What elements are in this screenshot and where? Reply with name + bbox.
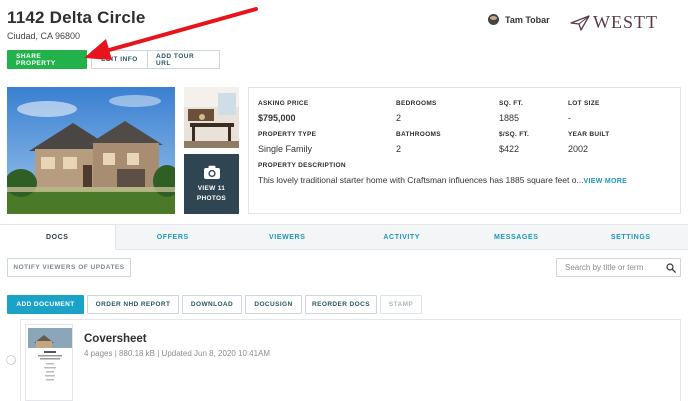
bedrooms-value: 2 [396,113,402,123]
share-property-button[interactable]: SHARE PROPERTY [7,50,87,69]
bathrooms-cell: BATHROOMS 2 [396,131,441,154]
sqft-cell: SQ. FT. 1885 [499,100,523,123]
price-per-sqft-label: $/SQ. FT. [499,131,530,138]
lot-size-value: - [568,113,571,123]
price-per-sqft-cell: $/SQ. FT. $422 [499,131,529,154]
description-text-row: This lovely traditional starter home wit… [258,175,627,185]
asking-price-cell: ASKING PRICE $795,000 [258,100,309,123]
asking-price-value: $795,000 [258,113,296,123]
tab-activity[interactable]: ACTIVITY [345,225,460,249]
view-photos-line1: VIEW 11 [197,184,226,192]
description-cell: PROPERTY DESCRIPTION This lovely traditi… [258,162,627,185]
property-type-cell: PROPERTY TYPE Single Family [258,131,316,154]
coversheet-preview-image [26,325,72,400]
search-icon[interactable] [666,263,676,273]
year-built-value: 2002 [568,144,589,154]
tab-messages[interactable]: MESSAGES [459,225,574,249]
stamp-button[interactable]: STAMP [380,295,422,314]
tab-offers[interactable]: OFFERS [116,225,231,249]
bedrooms-label: BEDROOMS [396,100,437,107]
docusign-button[interactable]: DOCUSIGN [245,295,302,314]
order-nhd-report-button[interactable]: ORDER NHD REPORT [87,295,179,314]
lot-size-cell: LOT SIZE - [568,100,600,123]
interior-photo-image [184,87,239,148]
asking-price-label: ASKING PRICE [258,100,309,107]
avatar [488,14,499,25]
view-photos-line2: PHOTOS [196,194,227,202]
tab-viewers[interactable]: VIEWERS [230,225,345,249]
bathrooms-label: BATHROOMS [396,131,441,138]
bedrooms-cell: BEDROOMS 2 [396,100,437,123]
bathrooms-value: 2 [396,144,402,154]
search-input[interactable] [557,263,661,272]
annotation-arrow [84,7,258,60]
description-label: PROPERTY DESCRIPTION [258,162,346,169]
description-text: This lovely traditional starter home wit… [258,175,584,185]
property-type-label: PROPERTY TYPE [258,131,317,138]
price-per-sqft-value: $422 [499,144,520,154]
user-name: Tam Tobar [505,14,550,25]
download-button[interactable]: DOWNLOAD [182,295,242,314]
add-document-button[interactable]: ADD DOCUMENT [7,295,84,314]
main-property-photo[interactable] [7,87,175,214]
year-built-label: YEAR BUILT [568,131,610,138]
user-menu[interactable]: Tam Tobar [488,14,550,25]
brand-logo: WESTT [570,12,658,33]
section-tabs: DOCS OFFERS VIEWERS ACTIVITY MESSAGES SE… [0,224,688,250]
sqft-value: 1885 [499,113,520,123]
notify-viewers-button[interactable]: NOTIFY VIEWERS OF UPDATES [7,258,131,277]
property-details-panel: ASKING PRICE $795,000 BEDROOMS 2 SQ. FT.… [248,87,681,214]
document-meta: 4 pages | 880.18 kB | Updated Jun 8, 202… [84,349,271,358]
brand-logo-text: WESTT [593,12,658,32]
house-photo-image [7,87,175,214]
document-actions: ADD DOCUMENT ORDER NHD REPORT DOWNLOAD D… [7,295,425,314]
tab-docs[interactable]: DOCS [0,225,116,250]
document-select-radio[interactable] [6,355,16,365]
year-built-cell: YEAR BUILT 2002 [568,131,610,154]
sqft-label: SQ. FT. [499,100,524,107]
interior-thumbnail-photo[interactable] [184,87,239,148]
doc-search [556,258,681,277]
property-header: 1142 Delta Circle Ciudad, CA 96800 SHARE… [0,0,688,80]
lot-size-label: LOT SIZE [568,100,600,107]
tab-settings[interactable]: SETTINGS [574,225,688,249]
document-list [20,319,681,401]
camera-icon [203,165,220,179]
document-thumbnail[interactable] [25,324,73,401]
brand-mark-icon [570,14,590,31]
reorder-docs-button[interactable]: REORDER DOCS [305,295,377,314]
view-photos-label: VIEW 11 PHOTOS [197,184,226,204]
document-title[interactable]: Coversheet [84,333,147,345]
view-photos-button[interactable]: VIEW 11 PHOTOS [184,154,239,214]
view-more-link[interactable]: VIEW MORE [584,178,628,185]
property-city: Ciudad, CA 96800 [7,31,81,41]
property-type-value: Single Family [258,144,313,154]
